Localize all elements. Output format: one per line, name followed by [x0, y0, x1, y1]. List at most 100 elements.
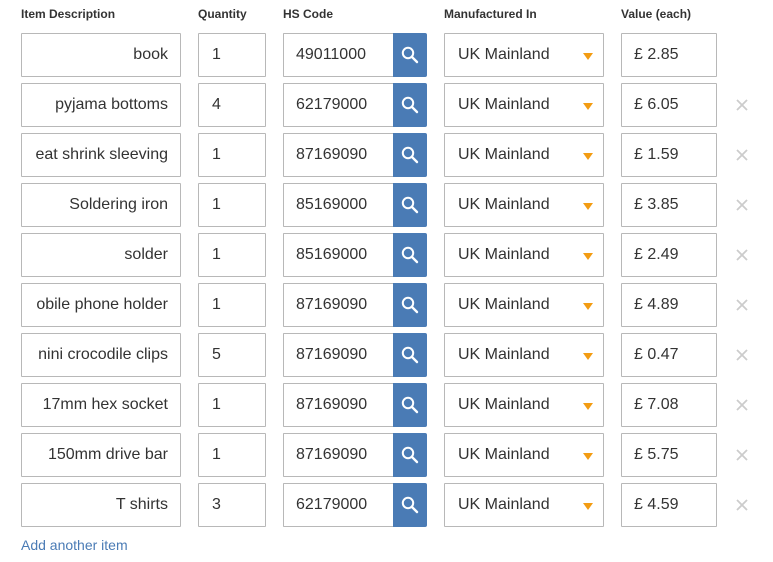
value-each-input[interactable]: £ 2.49 — [621, 233, 717, 277]
hs-code-input[interactable]: 87169090 — [283, 383, 394, 427]
hs-code-input[interactable]: 62179000 — [283, 83, 394, 127]
item-description-input[interactable]: nini crocodile clips — [21, 333, 181, 377]
hs-code-input[interactable]: 49011000 — [283, 33, 394, 77]
remove-item-button[interactable] — [734, 97, 750, 113]
quantity-input[interactable]: 1 — [198, 183, 266, 227]
header-item-description: Item Description — [21, 7, 116, 21]
quantity-input[interactable]: 4 — [198, 83, 266, 127]
hs-code-search-button[interactable] — [393, 283, 427, 327]
manufactured-in-value: UK Mainland — [458, 396, 550, 413]
manufactured-in-value: UK Mainland — [458, 146, 550, 163]
item-description-value: nini crocodile clips — [38, 346, 168, 363]
manufactured-in-select[interactable]: UK Mainland — [444, 433, 604, 477]
item-row: pyjama bottoms 4 62179000 UK Mainland £ 6.05 — [0, 83, 773, 127]
value-each-input[interactable]: £ 1.59 — [621, 133, 717, 177]
hs-code-input[interactable]: 87169090 — [283, 283, 394, 327]
manufactured-in-select[interactable]: UK Mainland — [444, 83, 604, 127]
item-description-input[interactable]: eat shrink sleeving — [21, 133, 181, 177]
remove-item-button[interactable] — [734, 197, 750, 213]
manufactured-in-value: UK Mainland — [458, 96, 550, 113]
remove-item-button[interactable] — [734, 447, 750, 463]
header-value-each: Value (each) — [621, 7, 692, 21]
close-icon — [736, 349, 748, 361]
item-description-input[interactable]: Soldering iron — [21, 183, 181, 227]
caret-down-icon — [583, 453, 593, 460]
value-each-input[interactable]: £ 2.85 — [621, 33, 717, 77]
quantity-input[interactable]: 1 — [198, 433, 266, 477]
manufactured-in-select[interactable]: UK Mainland — [444, 33, 604, 77]
hs-code-search-button[interactable] — [393, 383, 427, 427]
value-each-input[interactable]: £ 4.59 — [621, 483, 717, 527]
quantity-input[interactable]: 5 — [198, 333, 266, 377]
manufactured-in-select[interactable]: UK Mainland — [444, 383, 604, 427]
manufactured-in-select[interactable]: UK Mainland — [444, 183, 604, 227]
remove-item-button[interactable] — [734, 147, 750, 163]
item-description-value: 17mm hex socket — [42, 396, 168, 413]
hs-code-input[interactable]: 62179000 — [283, 483, 394, 527]
close-icon — [736, 199, 748, 211]
item-row: 150mm drive bar 1 87169090 UK Mainland £ 5.7… — [0, 433, 773, 477]
search-icon — [401, 246, 419, 264]
value-each-input[interactable]: £ 3.85 — [621, 183, 717, 227]
search-icon — [401, 296, 419, 314]
quantity-input[interactable]: 3 — [198, 483, 266, 527]
hs-code-input[interactable]: 87169090 — [283, 433, 394, 477]
search-icon — [401, 346, 419, 364]
hs-code-input[interactable]: 87169090 — [283, 133, 394, 177]
header-manufactured-in: Manufactured In — [444, 7, 537, 21]
quantity-input[interactable]: 1 — [198, 133, 266, 177]
item-row: T shirts 3 62179000 UK Mainland £ 4.59 — [0, 483, 773, 527]
value-each-input[interactable]: £ 0.47 — [621, 333, 717, 377]
hs-code-input[interactable]: 85169000 — [283, 233, 394, 277]
value-each-input[interactable]: £ 5.75 — [621, 433, 717, 477]
item-description-input[interactable]: pyjama bottoms — [21, 83, 181, 127]
manufactured-in-select[interactable]: UK Mainland — [444, 333, 604, 377]
item-description-value: solder — [124, 246, 168, 263]
close-icon — [736, 499, 748, 511]
value-each-input[interactable]: £ 4.89 — [621, 283, 717, 327]
remove-item-button[interactable] — [734, 397, 750, 413]
remove-item-button[interactable] — [734, 297, 750, 313]
item-row: nini crocodile clips 5 87169090 UK Mainland… — [0, 333, 773, 377]
hs-code-search-button[interactable] — [393, 333, 427, 377]
value-each-input[interactable]: £ 7.08 — [621, 383, 717, 427]
hs-code-search-button[interactable] — [393, 33, 427, 77]
hs-code-input[interactable]: 85169000 — [283, 183, 394, 227]
item-description-input[interactable]: solder — [21, 233, 181, 277]
manufactured-in-select[interactable]: UK Mainland — [444, 233, 604, 277]
quantity-input[interactable]: 1 — [198, 283, 266, 327]
item-row: obile phone holder 1 87169090 UK Mainland £ … — [0, 283, 773, 327]
hs-code-search-button[interactable] — [393, 433, 427, 477]
item-description-input[interactable]: 150mm drive bar — [21, 433, 181, 477]
hs-code-search-button[interactable] — [393, 133, 427, 177]
item-description-input[interactable]: obile phone holder — [21, 283, 181, 327]
item-row: eat shrink sleeving 1 87169090 UK Mainland £… — [0, 133, 773, 177]
caret-down-icon — [583, 153, 593, 160]
manufactured-in-select[interactable]: UK Mainland — [444, 133, 604, 177]
item-description-input[interactable]: T shirts — [21, 483, 181, 527]
close-icon — [736, 99, 748, 111]
hs-code-search-button[interactable] — [393, 83, 427, 127]
value-each-input[interactable]: £ 6.05 — [621, 83, 717, 127]
quantity-input[interactable]: 1 — [198, 233, 266, 277]
hs-code-input[interactable]: 87169090 — [283, 333, 394, 377]
caret-down-icon — [583, 253, 593, 260]
manufactured-in-select[interactable]: UK Mainland — [444, 283, 604, 327]
quantity-input[interactable]: 1 — [198, 383, 266, 427]
remove-item-button[interactable] — [734, 497, 750, 513]
remove-item-button[interactable] — [734, 247, 750, 263]
hs-code-search-button[interactable] — [393, 483, 427, 527]
hs-code-search-button[interactable] — [393, 233, 427, 277]
item-description-input[interactable]: book — [21, 33, 181, 77]
quantity-input[interactable]: 1 — [198, 33, 266, 77]
close-icon — [736, 249, 748, 261]
search-icon — [401, 396, 419, 414]
remove-item-button[interactable] — [734, 347, 750, 363]
search-icon — [401, 146, 419, 164]
search-icon — [401, 446, 419, 464]
item-description-input[interactable]: 17mm hex socket — [21, 383, 181, 427]
manufactured-in-value: UK Mainland — [458, 46, 550, 63]
add-another-item-link[interactable]: Add another item — [21, 537, 128, 553]
hs-code-search-button[interactable] — [393, 183, 427, 227]
manufactured-in-select[interactable]: UK Mainland — [444, 483, 604, 527]
